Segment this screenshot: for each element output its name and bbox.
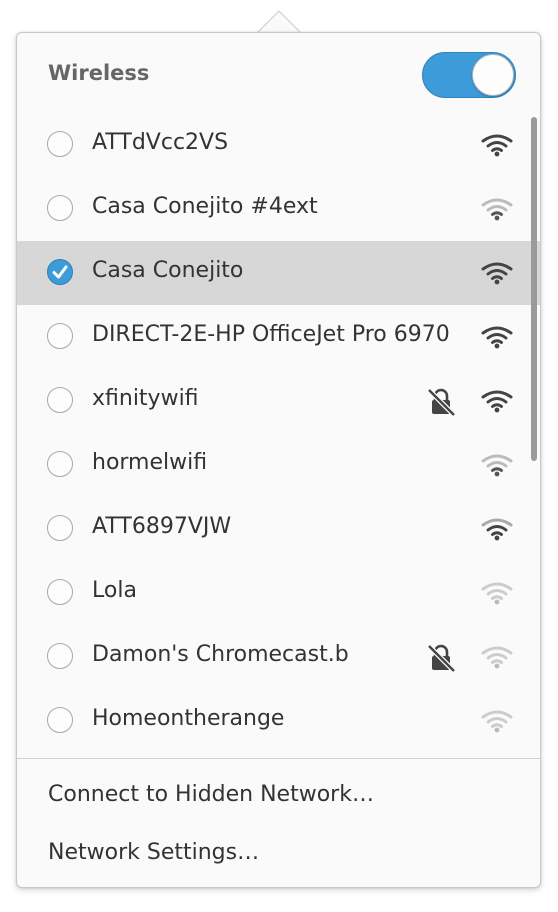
wireless-header: Wireless [17, 33, 540, 115]
network-ssid: ATTdVcc2VS [92, 130, 229, 155]
network-radio-checked[interactable] [47, 259, 73, 285]
network-radio[interactable] [47, 131, 73, 157]
wifi-signal-icon [481, 261, 513, 285]
network-row[interactable]: ATT6897VJW [17, 497, 540, 561]
network-radio[interactable] [47, 707, 73, 733]
network-ssid: Lola [92, 578, 137, 603]
wireless-toggle-switch[interactable] [422, 52, 516, 98]
network-ssid: Casa Conejito [92, 258, 244, 283]
network-ssid: Damon's Chromecast.b [92, 642, 349, 667]
wifi-signal-icon [481, 197, 513, 221]
network-row[interactable]: Homeontherange [17, 689, 540, 753]
network-radio[interactable] [47, 579, 73, 605]
network-row[interactable]: Lola [17, 561, 540, 625]
network-radio[interactable] [47, 643, 73, 669]
wifi-signal-icon [481, 517, 513, 541]
divider [17, 758, 540, 759]
scrollbar[interactable] [531, 117, 537, 461]
network-row[interactable]: DIRECT-2E-HP OfficeJet Pro 6970 [17, 305, 540, 369]
network-row[interactable]: xfinitywifi [17, 369, 540, 433]
insecure-lock-icon [426, 643, 456, 673]
network-ssid: ATT6897VJW [92, 514, 232, 539]
network-row[interactable]: Damon's Chromecast.b [17, 625, 540, 689]
wifi-signal-icon [481, 645, 513, 669]
network-ssid: Homeontherange [92, 706, 285, 731]
network-settings-item[interactable]: Network Settings… [48, 840, 259, 865]
network-row[interactable]: Casa Conejito #4ext [17, 177, 540, 241]
network-row[interactable]: ATTdVcc2VS [17, 113, 540, 177]
wireless-title: Wireless [48, 61, 150, 85]
toggle-knob[interactable] [472, 54, 514, 96]
wifi-signal-icon [481, 709, 513, 733]
wifi-signal-icon [481, 453, 513, 477]
network-row[interactable]: hormelwifi [17, 433, 540, 497]
connect-hidden-network-item[interactable]: Connect to Hidden Network… [48, 782, 374, 807]
wireless-popover: Wireless ATTdVcc2VS Casa Conejito #4ext … [16, 32, 541, 888]
network-radio[interactable] [47, 195, 73, 221]
network-ssid: hormelwifi [92, 450, 208, 475]
wifi-signal-icon [481, 325, 513, 349]
wifi-signal-icon [481, 389, 513, 413]
wifi-signal-icon [481, 581, 513, 605]
insecure-lock-icon [426, 387, 456, 417]
network-list: ATTdVcc2VS Casa Conejito #4ext Casa Cone… [17, 113, 540, 753]
wifi-signal-icon [481, 133, 513, 157]
network-radio[interactable] [47, 387, 73, 413]
network-ssid: xfinitywifi [92, 386, 199, 411]
network-radio[interactable] [47, 451, 73, 477]
popover-arrow [257, 9, 301, 33]
network-ssid: DIRECT-2E-HP OfficeJet Pro 6970 [92, 322, 450, 347]
network-radio[interactable] [47, 323, 73, 349]
network-row[interactable]: Casa Conejito [17, 241, 540, 305]
checkmark-icon [52, 265, 68, 279]
network-ssid: Casa Conejito #4ext [92, 194, 318, 219]
network-radio[interactable] [47, 515, 73, 541]
